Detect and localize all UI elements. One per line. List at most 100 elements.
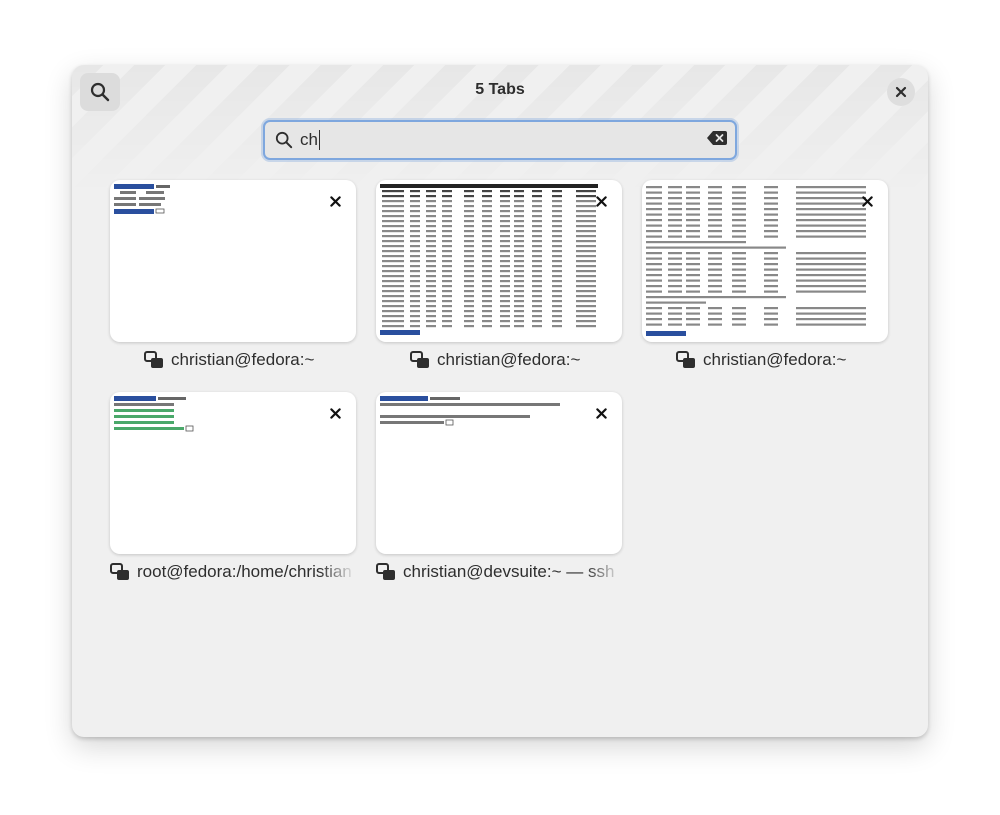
terminal-text-line — [532, 215, 542, 218]
terminal-text-line — [500, 295, 510, 298]
terminal-text-line — [668, 263, 682, 266]
terminal-text-line — [686, 323, 700, 326]
terminal-text-line — [482, 275, 492, 278]
close-tab-button[interactable] — [326, 192, 344, 210]
terminal-text-line — [482, 305, 492, 308]
close-icon — [895, 86, 907, 98]
terminal-text-line — [708, 312, 722, 315]
terminal-text-line — [708, 213, 722, 216]
terminal-text-line — [708, 186, 722, 189]
terminal-text-line — [482, 260, 492, 263]
clear-search-button[interactable] — [707, 131, 727, 145]
terminal-text-line — [532, 200, 542, 203]
terminal-text-line — [796, 213, 866, 216]
terminal-text-line — [576, 225, 596, 228]
terminal-text-line — [552, 265, 562, 268]
close-icon — [329, 195, 341, 207]
terminal-text-line — [442, 200, 452, 203]
terminal-text-line — [442, 275, 452, 278]
terminal-text-line — [552, 305, 562, 308]
terminal-text-line — [514, 325, 524, 328]
terminal-text-line — [500, 305, 510, 308]
terminal-text-line — [576, 320, 596, 323]
terminal-text-line — [382, 315, 404, 318]
terminal-text-line — [514, 270, 524, 273]
terminal-text-line — [410, 315, 420, 318]
close-tab-button[interactable] — [592, 404, 610, 422]
terminal-text-line — [552, 190, 562, 193]
terminal-text-line — [732, 307, 746, 310]
terminal-text-line — [442, 295, 452, 298]
tab-thumbnail[interactable] — [110, 392, 356, 554]
terminal-text-line — [732, 274, 746, 277]
terminal-text-line — [796, 186, 866, 189]
terminal-text-line — [646, 307, 662, 310]
tab-thumbnail[interactable] — [376, 392, 622, 554]
terminal-text-line — [708, 274, 722, 277]
terminal-text-line — [668, 312, 682, 315]
terminal-text-line — [686, 191, 700, 194]
terminal-text-line — [442, 320, 452, 323]
terminal-text-line — [796, 252, 866, 255]
terminal-text-line — [576, 275, 596, 278]
terminal-text-line — [514, 225, 524, 228]
terminal-text-line — [464, 285, 474, 288]
terminal-text-line — [482, 195, 492, 198]
terminal-text-line — [532, 295, 542, 298]
terminal-text-line — [532, 230, 542, 233]
terminal-text-line — [796, 230, 866, 233]
terminal-text-line — [382, 290, 404, 293]
terminal-text-line — [482, 245, 492, 248]
terminal-text-line — [532, 265, 542, 268]
close-tab-button[interactable] — [592, 192, 610, 210]
terminal-text-line — [532, 225, 542, 228]
terminal-preview — [114, 396, 194, 432]
terminal-text-line — [686, 263, 700, 266]
tab-title[interactable]: christian@fedora:~ — [676, 349, 926, 371]
terminal-text-line — [732, 230, 746, 233]
tab-thumbnail[interactable] — [376, 180, 622, 342]
tab-thumbnail[interactable] — [110, 180, 356, 342]
terminal-text-line — [410, 195, 420, 198]
terminal-text-line — [464, 250, 474, 253]
terminal-text-line — [796, 318, 866, 321]
search-input[interactable]: ch — [300, 130, 320, 151]
search-entry[interactable]: ch — [263, 120, 737, 160]
terminal-text-line — [500, 235, 510, 238]
terminal-preview — [646, 186, 866, 336]
close-tab-button[interactable] — [326, 404, 344, 422]
terminal-text-line — [500, 310, 510, 313]
terminal-text-line — [646, 268, 662, 271]
tab-title[interactable]: christian@devsuite:~ — ssh — [376, 561, 622, 583]
terminal-text-line — [646, 186, 662, 189]
terminal-text-line — [482, 230, 492, 233]
terminal-text-line — [410, 265, 420, 268]
terminal-text-line — [464, 270, 474, 273]
close-icon — [595, 407, 607, 419]
terminal-text-line — [552, 215, 562, 218]
close-tab-button[interactable] — [858, 192, 876, 210]
terminal-text-line — [382, 285, 404, 288]
terminal-text-line — [514, 200, 524, 203]
terminal-text-line — [646, 312, 662, 315]
terminal-text-line — [426, 270, 436, 273]
terminal-text-line — [576, 210, 596, 213]
terminal-text-line — [442, 285, 452, 288]
close-window-button[interactable] — [887, 78, 915, 106]
tab-title[interactable]: root@fedora:/home/christian — [110, 561, 356, 583]
terminal-text-line — [576, 300, 596, 303]
terminal-text-line — [442, 305, 452, 308]
tab-title[interactable]: christian@fedora:~ — [144, 349, 394, 371]
terminal-text-line — [576, 270, 596, 273]
terminal-text-line — [482, 285, 492, 288]
terminal-text-line — [646, 213, 662, 216]
terminal-icon — [676, 351, 696, 369]
tab-thumbnail[interactable] — [642, 180, 888, 342]
terminal-text-line — [668, 285, 682, 288]
terminal-icon — [410, 351, 430, 369]
terminal-text-line — [708, 290, 722, 293]
tab-title[interactable]: christian@fedora:~ — [410, 349, 660, 371]
terminal-text-line — [442, 270, 452, 273]
terminal-text-line — [500, 280, 510, 283]
terminal-text-line — [426, 300, 436, 303]
